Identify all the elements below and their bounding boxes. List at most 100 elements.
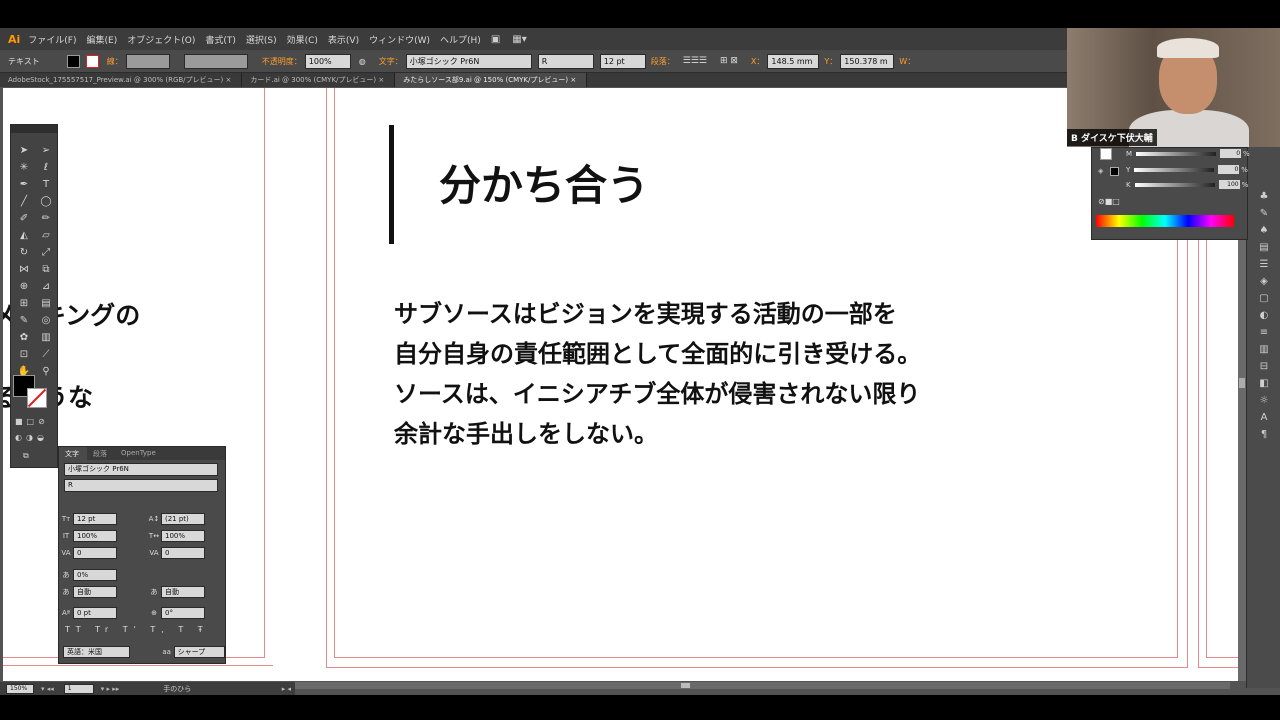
tools-panel-header[interactable] [11,125,57,133]
color-panel-stroke-box[interactable] [1100,148,1112,160]
tab-card[interactable]: カード.ai @ 300% (CMYK/プレビュー) × [242,73,396,87]
char-aki-left-field[interactable]: 自動 [73,586,117,598]
char-font-style-field[interactable]: R [64,479,218,492]
magic-wand-tool-icon[interactable]: ✳ [14,160,34,176]
gradient-icon[interactable]: ▥ [1247,341,1280,358]
paragraph-label[interactable]: 段落： [651,56,675,67]
k-value-field[interactable]: 100 [1218,180,1240,189]
horizontal-scrollbar[interactable] [295,682,1230,689]
tab-paragraph[interactable]: 段落 [87,447,115,460]
stroke-color-box[interactable] [27,388,47,408]
menu-object[interactable]: オブジェクト(O) [127,33,195,46]
blend-tool-icon[interactable]: ◎ [36,313,56,329]
m-slider[interactable] [1136,151,1217,156]
align-buttons-icon[interactable]: ☰☰☰ [683,56,707,66]
char-kerning-field[interactable]: 0 [73,547,117,559]
char-tsume-field[interactable]: 0% [73,569,117,581]
artboard-number-field[interactable]: 1 [63,683,94,694]
m-value-field[interactable]: 0 [1220,149,1242,158]
paragraph-panel-icon[interactable]: ¶ [1247,426,1280,443]
shape-builder-tool-icon[interactable]: ⊕ [14,279,34,295]
transparency-icon[interactable]: ◐ [1247,307,1280,324]
font-size-field[interactable]: 12 pt [599,53,646,69]
char-size-field[interactable]: 12 pt [73,513,117,525]
char-antialias-field[interactable]: シャープ [173,646,225,658]
artboard-tool-icon[interactable]: ⊡ [14,347,34,363]
menu-edit[interactable]: 編集(E) [87,33,118,46]
char-tracking-field[interactable]: 0 [161,547,205,559]
eyedropper-tool-icon[interactable]: ✎ [14,313,34,329]
artboards-icon[interactable]: ▢ [1247,290,1280,307]
opacity-field[interactable]: 100% [304,53,351,69]
tab-character[interactable]: 文字 [59,447,87,460]
char-language-field[interactable]: 英語：米国 [63,646,131,658]
stroke-weight-field[interactable] [125,53,170,69]
none-white-black-swatches[interactable]: ⊘■□ [1098,197,1120,206]
line-tool-icon[interactable]: ╱ [14,194,34,210]
graphic-styles-icon[interactable]: ▤ [1247,239,1280,256]
recolor-icon[interactable]: ◍ [359,57,366,66]
stroke-swatch[interactable] [85,54,99,68]
pen-tool-icon[interactable]: ✒ [14,177,34,193]
menu-effect[interactable]: 効果(C) [287,33,318,46]
pathfinder-icon[interactable]: ◧ [1247,375,1280,392]
char-vscale-field[interactable]: 100% [73,530,117,542]
tab-adobestock[interactable]: AdobeStock_175557517_Preview.ai @ 300% (… [0,73,243,87]
type-tool-icon[interactable]: T [36,177,56,193]
cube-icon[interactable]: ◈ [1098,167,1103,175]
char-baseline-field[interactable]: 0 pt [73,607,117,619]
appearance-icon[interactable]: ☰ [1247,256,1280,273]
variable-width-field[interactable] [183,53,248,69]
gradient-tool-icon[interactable]: ▤ [36,296,56,312]
k-slider[interactable] [1134,182,1215,187]
font-family-field[interactable]: 小塚ゴシック Pr6N [405,53,532,69]
body-text-block[interactable]: サブソースはビジョンを実現する活動の一部を 自分自身の責任範囲として全面的に引き… [394,294,921,454]
menu-window[interactable]: ウィンドウ(W) [369,33,430,46]
arrange-documents-icon[interactable]: ▦▾ [512,34,526,45]
char-font-family-field[interactable]: 小塚ゴシック Pr6N [64,463,218,476]
stroke-panel-icon[interactable]: ≡ [1247,324,1280,341]
status-menu-icon[interactable]: ▸ ◂ [282,685,291,693]
zoom-field[interactable]: 150% [6,683,34,694]
brushes-icon[interactable]: ✎ [1247,205,1280,222]
char-hscale-field[interactable]: 100% [161,530,205,542]
x-field[interactable]: 148.5 mm [767,53,820,69]
char-leading-field[interactable]: (21 pt) [161,513,205,525]
pencil-tool-icon[interactable]: ✏ [36,211,56,227]
draw-mode-buttons[interactable]: ◐◑◒ [15,433,48,442]
tab-source[interactable]: みたらしソース部9.ai @ 150% (CMYK/プレビュー) × [395,73,588,87]
fill-stroke-widget[interactable] [13,375,53,415]
paintbrush-tool-icon[interactable]: ✐ [14,211,34,227]
menu-type[interactable]: 書式(T) [205,33,236,46]
char-rotation-field[interactable]: 0° [161,607,205,619]
rotate-tool-icon[interactable]: ↻ [14,245,34,261]
blob-brush-tool-icon[interactable]: ◭ [14,228,34,244]
menu-help[interactable]: ヘルプ(H) [440,33,481,46]
fill-swatch[interactable] [66,54,80,68]
artboard-nav-icon[interactable]: ▾ ▸ ▸▸ [101,685,120,693]
y-value-field[interactable]: 0 [1218,165,1240,174]
clubs-icon[interactable]: ♣ [1247,188,1280,205]
menu-select[interactable]: 選択(S) [246,33,277,46]
heading-text[interactable]: 分かち合う [439,152,649,213]
bridge-icon[interactable]: ▣ [491,34,500,45]
free-transform-tool-icon[interactable]: ⧉ [36,262,56,278]
symbols-icon[interactable]: ♠ [1247,222,1280,239]
symbol-sprayer-tool-icon[interactable]: ✿ [14,330,34,346]
out-of-gamut-swatch[interactable] [1110,167,1119,176]
ellipse-tool-icon[interactable]: ◯ [36,194,56,210]
screen-mode-icon[interactable]: ⧉ [23,451,33,461]
vertical-scroll-thumb[interactable] [1239,378,1245,388]
eraser-tool-icon[interactable]: ▱ [36,228,56,244]
perspective-grid-tool-icon[interactable]: ⊿ [36,279,56,295]
font-style-field[interactable]: R [537,53,594,69]
tab-opentype[interactable]: OpenType [115,447,164,460]
scale-tool-icon[interactable]: ⤢ [36,245,56,261]
mesh-tool-icon[interactable]: ⊞ [14,296,34,312]
color-mode-buttons[interactable]: ■□⊘ [15,417,49,426]
align-panel-icon[interactable]: ⊟ [1247,358,1280,375]
menu-file[interactable]: ファイル(F) [28,33,76,46]
selection-tool-icon[interactable]: ➤ [14,143,34,159]
y-field[interactable]: 150.378 m [840,53,895,69]
column-graph-tool-icon[interactable]: ▥ [36,330,56,346]
